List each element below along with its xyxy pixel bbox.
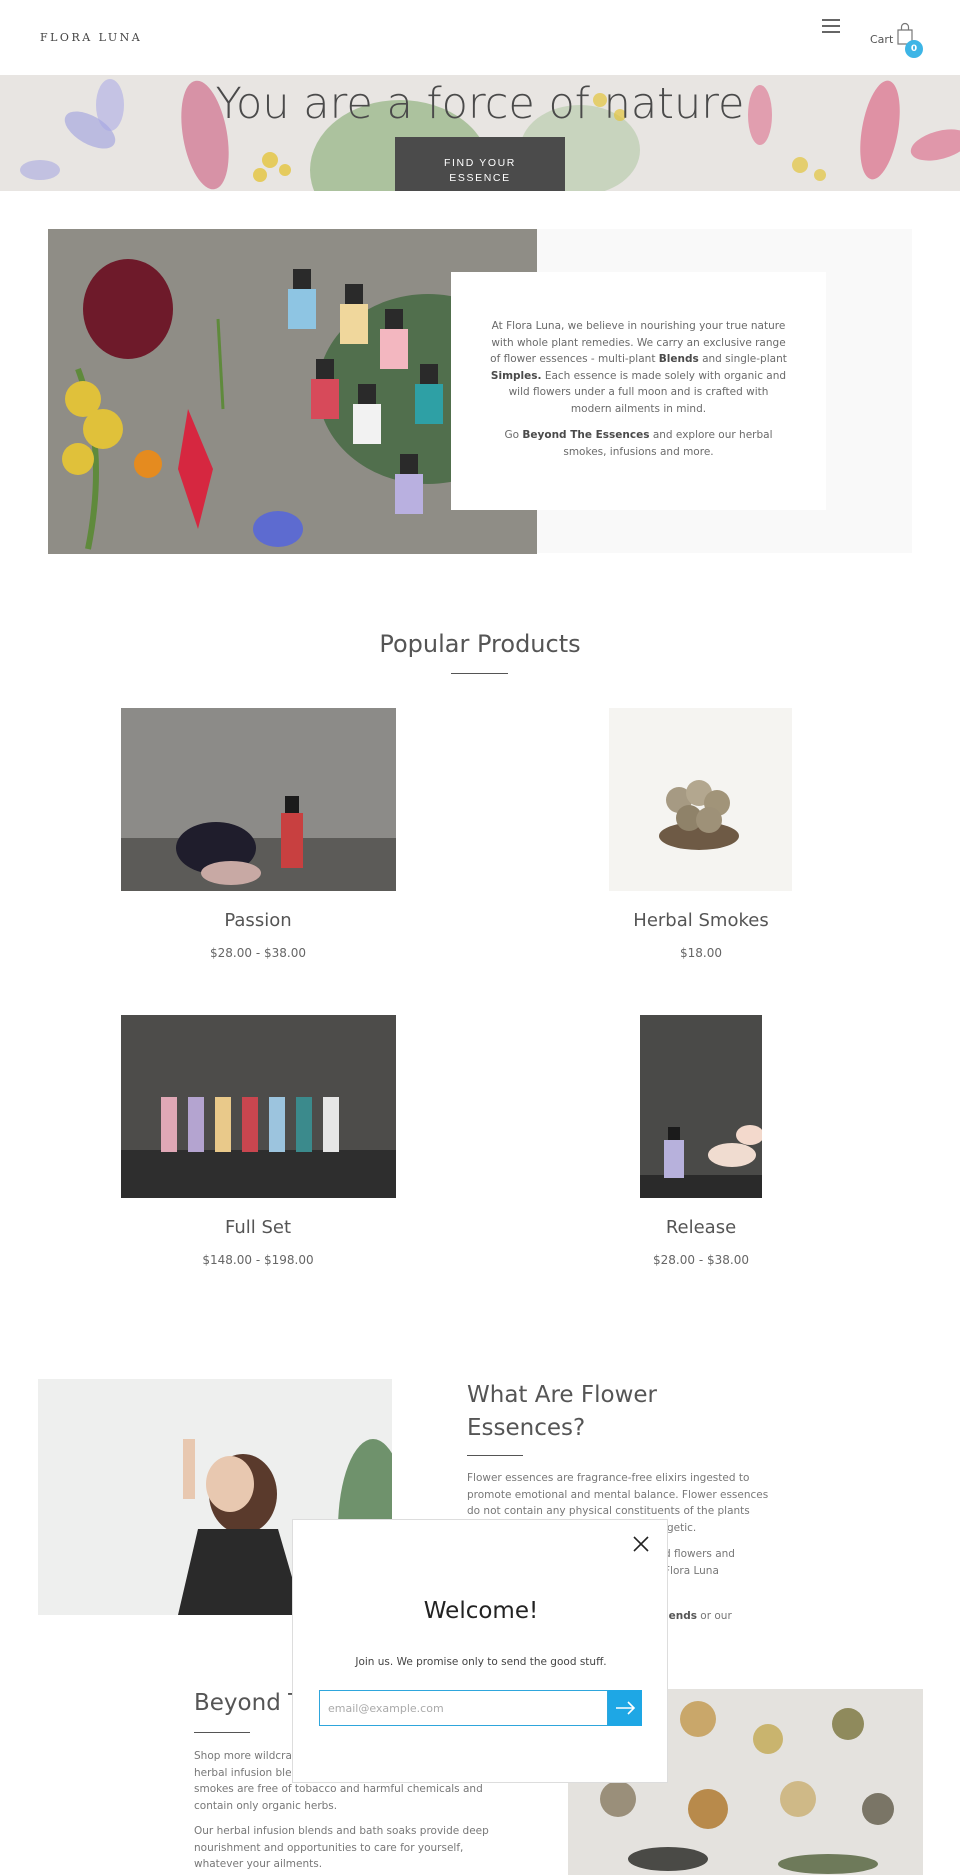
flower-essences-paragraph-1-end: getic. [667, 1522, 697, 1534]
product-price: $28.00 - $38.00 [653, 1253, 749, 1267]
flower-essences-p3-end: or our [696, 1610, 732, 1622]
about-text-1b: and single-plant [698, 353, 787, 365]
arrow-right-icon [616, 1701, 636, 1715]
about-paragraph-1: At Flora Luna, we believe in nourishing … [489, 318, 788, 417]
modal-title: Welcome! [423, 1598, 539, 1624]
welcome-modal: Welcome! Join us. We promise only to sen… [292, 1519, 668, 1783]
blends-keyword: Blends [658, 353, 699, 365]
flower-essences-paragraph-3: lends or our [665, 1608, 732, 1625]
product-price: $18.00 [680, 946, 722, 960]
popular-products-title: Popular Products [379, 630, 581, 658]
find-your-essence-label-2: ESSENCE [449, 172, 511, 184]
product-image-herbal-smokes[interactable] [609, 708, 792, 891]
close-icon[interactable] [633, 1536, 649, 1552]
find-your-essence-button[interactable]: FIND YOUR ESSENCE [395, 137, 565, 191]
about-text-1c: Each essence is made solely with organic… [508, 369, 787, 415]
flower-essences-title-line-1: What Are Flower [467, 1382, 657, 1408]
product-price: $28.00 - $38.00 [210, 946, 306, 960]
beyond-p1-line-3: smokes are free of tobacco and harmful c… [194, 1783, 483, 1795]
beyond-p1-line-2: herbal infusion blen [194, 1766, 299, 1779]
flower-essences-paragraph-2: d flowers and Flora Luna [664, 1546, 735, 1579]
beyond-the-essences-title: Beyond T [194, 1690, 303, 1716]
modal-subtitle: Join us. We promise only to send the goo… [355, 1656, 607, 1668]
flower-essences-p2-line-2: Flora Luna [664, 1564, 719, 1577]
flower-essences-title-line-2: Essences? [467, 1415, 586, 1441]
simples-keyword: Simples. [490, 369, 542, 382]
product-name[interactable]: Herbal Smokes [531, 910, 871, 931]
flower-essences-divider [467, 1455, 523, 1456]
flower-essences-title: What Are Flower Essences? [467, 1379, 717, 1445]
popular-products-divider [451, 673, 508, 674]
blends-link[interactable]: lends [665, 1610, 697, 1622]
hero-banner: You are a force of nature FIND YOUR ESSE… [0, 75, 960, 191]
product-price: $148.00 - $198.00 [202, 1253, 314, 1267]
product-name[interactable]: Passion [88, 910, 428, 931]
find-your-essence-label-1: FIND YOUR [444, 157, 516, 169]
hero-title: You are a force of nature [215, 79, 745, 129]
hamburger-menu-icon[interactable] [822, 19, 840, 33]
product-name[interactable]: Full Set [88, 1217, 428, 1238]
page: FLORA LUNA Cart 0 You are a force of nat… [0, 0, 960, 1875]
beyond-divider [194, 1732, 250, 1733]
beyond-p1-line-1: Shop more wildcraf [194, 1750, 296, 1762]
site-header: FLORA LUNA Cart 0 [0, 0, 960, 75]
cart-count-badge: 0 [905, 40, 923, 58]
cart-label[interactable]: Cart [870, 33, 893, 46]
product-image-release[interactable] [640, 1015, 762, 1198]
about-text-2a: Go [504, 429, 523, 441]
product-name[interactable]: Release [531, 1217, 871, 1238]
about-text-box: At Flora Luna, we believe in nourishing … [451, 272, 826, 510]
about-paragraph-2: Go Beyond The Essences and explore our h… [489, 427, 788, 460]
flower-essences-p2-line-1: d flowers and [664, 1548, 735, 1560]
product-image-full-set[interactable] [121, 1015, 396, 1198]
beyond-paragraph-2: Our herbal infusion blends and bath soak… [194, 1825, 489, 1870]
beyond-p1-line-4: contain only organic herbs. [194, 1799, 338, 1812]
site-logo[interactable]: FLORA LUNA [40, 31, 142, 44]
product-image-passion[interactable] [121, 708, 396, 891]
email-input[interactable] [319, 1690, 608, 1726]
subscribe-submit-button[interactable] [608, 1690, 642, 1726]
beyond-the-essences-link[interactable]: Beyond The Essences [522, 429, 649, 441]
